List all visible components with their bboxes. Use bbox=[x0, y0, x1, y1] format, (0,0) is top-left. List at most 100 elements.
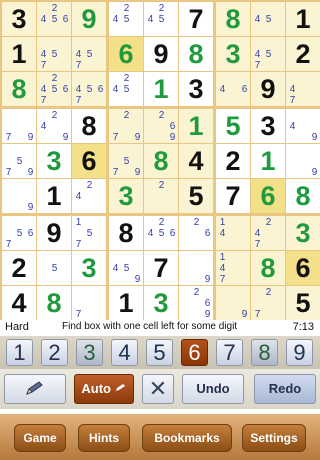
cell-r7c5[interactable]: 2456 bbox=[144, 216, 178, 250]
cell-r2c4[interactable]: 6 bbox=[109, 37, 143, 71]
cell-r8c3[interactable]: 3 bbox=[72, 251, 106, 285]
cell-r8c5[interactable]: 7 bbox=[144, 251, 178, 285]
cell-r3c8[interactable]: 9 bbox=[251, 72, 285, 106]
cell-r4c5[interactable]: 269 bbox=[144, 109, 178, 143]
digit-button-7[interactable]: 7 bbox=[216, 339, 243, 366]
cell-r4c6[interactable]: 1 bbox=[179, 109, 213, 143]
digit-button-6[interactable]: 6 bbox=[181, 339, 208, 366]
cell-r7c9[interactable]: 3 bbox=[286, 216, 320, 250]
cell-r5c2[interactable]: 3 bbox=[37, 144, 71, 178]
cell-r9c6[interactable]: 269 bbox=[179, 286, 213, 320]
cell-r2c3[interactable]: 457 bbox=[72, 37, 106, 71]
cell-r2c5[interactable]: 9 bbox=[144, 37, 178, 71]
cell-r5c9[interactable]: 9 bbox=[286, 144, 320, 178]
cell-r8c8[interactable]: 8 bbox=[251, 251, 285, 285]
cell-r9c1[interactable]: 4 bbox=[2, 286, 36, 320]
cell-r3c9[interactable]: 47 bbox=[286, 72, 320, 106]
cell-r3c7[interactable]: 46 bbox=[216, 72, 250, 106]
cell-r8c1[interactable]: 2 bbox=[2, 251, 36, 285]
cell-r6c6[interactable]: 5 bbox=[179, 179, 213, 213]
cell-r8c6[interactable]: 9 bbox=[179, 251, 213, 285]
cell-r6c4[interactable]: 3 bbox=[109, 179, 143, 213]
cell-r4c9[interactable]: 49 bbox=[286, 109, 320, 143]
cell-r9c7[interactable]: 9 bbox=[216, 286, 250, 320]
clear-cell-button[interactable]: ✕ bbox=[142, 374, 174, 404]
cell-r1c4[interactable]: 245 bbox=[109, 2, 143, 36]
cell-r5c1[interactable]: 57 9 bbox=[2, 144, 36, 178]
cell-r1c6[interactable]: 7 bbox=[179, 2, 213, 36]
cell-r8c9[interactable]: 6 bbox=[286, 251, 320, 285]
cell-r2c2[interactable]: 457 bbox=[37, 37, 71, 71]
cell-r9c8[interactable]: 27 bbox=[251, 286, 285, 320]
cell-r3c4[interactable]: 245 bbox=[109, 72, 143, 106]
cell-r4c1[interactable]: 79 bbox=[2, 109, 36, 143]
cell-r7c7[interactable]: 14 bbox=[216, 216, 250, 250]
cell-r4c4[interactable]: 27 9 bbox=[109, 109, 143, 143]
cell-r7c2[interactable]: 9 bbox=[37, 216, 71, 250]
tab-game[interactable]: Game bbox=[14, 424, 66, 452]
cell-r9c9[interactable]: 5 bbox=[286, 286, 320, 320]
digit-button-1[interactable]: 1 bbox=[6, 339, 33, 366]
cell-r1c2[interactable]: 2456 bbox=[37, 2, 71, 36]
cell-r4c8[interactable]: 3 bbox=[251, 109, 285, 143]
cell-r9c5[interactable]: 3 bbox=[144, 286, 178, 320]
cell-r1c8[interactable]: 45 bbox=[251, 2, 285, 36]
tab-settings[interactable]: Settings bbox=[242, 424, 306, 452]
digit-button-8[interactable]: 8 bbox=[251, 339, 278, 366]
cell-r7c6[interactable]: 26 bbox=[179, 216, 213, 250]
cell-r8c7[interactable]: 147 bbox=[216, 251, 250, 285]
cell-r5c8[interactable]: 1 bbox=[251, 144, 285, 178]
cell-r6c5[interactable]: 2 bbox=[144, 179, 178, 213]
redo-button[interactable]: Redo bbox=[254, 374, 316, 404]
cell-r2c9[interactable]: 2 bbox=[286, 37, 320, 71]
cell-r5c3[interactable]: 6 bbox=[72, 144, 106, 178]
undo-button[interactable]: Undo bbox=[182, 374, 244, 404]
cell-r9c3[interactable]: 7 bbox=[72, 286, 106, 320]
digit-button-9[interactable]: 9 bbox=[286, 339, 313, 366]
cell-r6c9[interactable]: 8 bbox=[286, 179, 320, 213]
cell-r9c2[interactable]: 8 bbox=[37, 286, 71, 320]
cell-r3c5[interactable]: 1 bbox=[144, 72, 178, 106]
cell-r2c7[interactable]: 3 bbox=[216, 37, 250, 71]
cell-r7c3[interactable]: 157 bbox=[72, 216, 106, 250]
cell-r8c2[interactable]: 5 bbox=[37, 251, 71, 285]
tab-hints[interactable]: Hints bbox=[78, 424, 130, 452]
cell-r1c3[interactable]: 9 bbox=[72, 2, 106, 36]
cell-r8c4[interactable]: 459 bbox=[109, 251, 143, 285]
cell-r2c8[interactable]: 457 bbox=[251, 37, 285, 71]
cell-r1c1[interactable]: 3 bbox=[2, 2, 36, 36]
digit-button-2[interactable]: 2 bbox=[41, 339, 68, 366]
candidate-mark: 4 bbox=[254, 228, 261, 239]
tab-bookmarks[interactable]: Bookmarks bbox=[142, 424, 232, 452]
cell-r7c8[interactable]: 247 bbox=[251, 216, 285, 250]
cell-r6c8[interactable]: 6 bbox=[251, 179, 285, 213]
cell-r4c7[interactable]: 5 bbox=[216, 109, 250, 143]
cell-r3c6[interactable]: 3 bbox=[179, 72, 213, 106]
cell-r5c4[interactable]: 57 9 bbox=[109, 144, 143, 178]
cell-r6c7[interactable]: 7 bbox=[216, 179, 250, 213]
digit-button-3[interactable]: 3 bbox=[76, 339, 103, 366]
cell-r6c1[interactable]: 9 bbox=[2, 179, 36, 213]
cell-r4c2[interactable]: 24 9 bbox=[37, 109, 71, 143]
cell-r5c7[interactable]: 2 bbox=[216, 144, 250, 178]
cell-r3c1[interactable]: 8 bbox=[2, 72, 36, 106]
cell-r3c2[interactable]: 2456 7 bbox=[37, 72, 71, 106]
cell-r2c6[interactable]: 8 bbox=[179, 37, 213, 71]
cell-r2c1[interactable]: 1 bbox=[2, 37, 36, 71]
auto-candidates-button[interactable]: Auto bbox=[74, 374, 134, 404]
cell-r5c6[interactable]: 4 bbox=[179, 144, 213, 178]
cell-r6c2[interactable]: 1 bbox=[37, 179, 71, 213]
cell-r1c7[interactable]: 8 bbox=[216, 2, 250, 36]
cell-r4c3[interactable]: 8 bbox=[72, 109, 106, 143]
cell-r7c4[interactable]: 8 bbox=[109, 216, 143, 250]
cell-r9c4[interactable]: 1 bbox=[109, 286, 143, 320]
digit-button-5[interactable]: 5 bbox=[146, 339, 173, 366]
cell-r3c3[interactable]: 456 7 bbox=[72, 72, 106, 106]
pencil-mode-button[interactable] bbox=[4, 374, 66, 404]
cell-r1c5[interactable]: 245 bbox=[144, 2, 178, 36]
cell-r5c5[interactable]: 8 bbox=[144, 144, 178, 178]
cell-r7c1[interactable]: 56 7 bbox=[2, 216, 36, 250]
cell-r1c9[interactable]: 1 bbox=[286, 2, 320, 36]
cell-r6c3[interactable]: 24 bbox=[72, 179, 106, 213]
digit-button-4[interactable]: 4 bbox=[111, 339, 138, 366]
